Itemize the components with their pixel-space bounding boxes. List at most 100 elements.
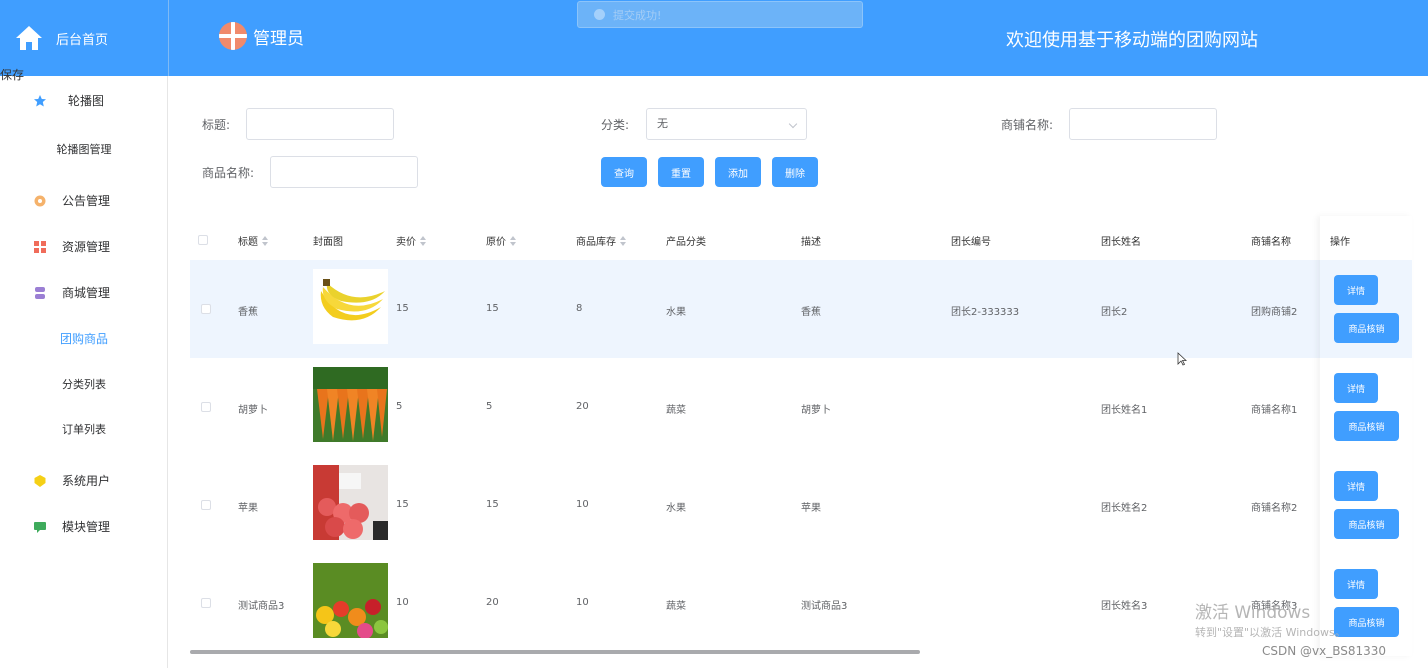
menu-category[interactable]: 分类列表 <box>0 376 168 392</box>
cell-leader-name: 团长姓名1 <box>1101 405 1148 416</box>
sort-icon[interactable] <box>420 235 426 246</box>
cell-category: 蔬菜 <box>666 601 686 612</box>
header-leader-no: 团长编号 <box>951 237 991 248</box>
table-row[interactable]: 苹果 15 15 10 水果 苹果 团长姓名2 商铺名称2 详情 商品核销 <box>190 456 1412 554</box>
cell-desc: 胡萝卜 <box>801 405 831 416</box>
chevron-down-icon <box>788 119 798 129</box>
cell-desc: 测试商品3 <box>801 601 848 612</box>
main-content: 标题: 分类: 无 商铺名称: 商品名称: 查询 重置 添加 删除 标题 封面图… <box>168 76 1428 668</box>
database-icon <box>35 286 45 299</box>
header-price[interactable]: 卖价 <box>396 233 426 248</box>
banana-image <box>313 269 388 344</box>
cell-desc: 香蕉 <box>801 307 821 318</box>
cell-category: 水果 <box>666 307 686 318</box>
row-checkbox[interactable] <box>201 402 211 412</box>
row-checkbox[interactable] <box>201 598 211 608</box>
cell-shop: 团购商铺2 <box>1251 307 1298 318</box>
menu-resource[interactable]: 资源管理 <box>0 238 168 255</box>
cell-original: 15 <box>486 499 499 510</box>
message-icon <box>34 521 46 533</box>
cell-original: 20 <box>486 597 499 608</box>
category-label: 分类: <box>601 118 630 132</box>
grid-icon <box>34 240 46 253</box>
row-checkbox[interactable] <box>201 304 211 314</box>
cell-category: 蔬菜 <box>666 405 686 416</box>
cell-leader-no: 团长2-333333 <box>951 307 1020 318</box>
gear-icon <box>34 195 46 206</box>
shop-input[interactable] <box>1069 108 1217 140</box>
cell-price: 15 <box>396 499 409 510</box>
cell-stock: 10 <box>576 499 589 510</box>
category-select[interactable]: 无 <box>646 108 807 140</box>
menu-modules[interactable]: 模块管理 <box>0 518 168 535</box>
horizontal-scrollbar[interactable] <box>190 650 920 654</box>
query-button[interactable]: 查询 <box>601 157 647 187</box>
fruit-mix-image <box>313 563 388 638</box>
sort-icon[interactable] <box>262 235 268 246</box>
product-input[interactable] <box>270 156 418 188</box>
header-stock[interactable]: 商品库存 <box>576 233 626 248</box>
product-label: 商品名称: <box>202 166 255 180</box>
cell-stock: 10 <box>576 597 589 608</box>
menu-notice[interactable]: 公告管理 <box>0 192 168 209</box>
header-leader-name: 团长姓名 <box>1101 237 1141 248</box>
header-title[interactable]: 标题 <box>238 233 268 248</box>
sidebar-header[interactable]: 后台首页 <box>0 0 168 76</box>
select-all-checkbox[interactable] <box>198 235 208 245</box>
cell-shop: 商铺名称2 <box>1251 503 1298 514</box>
cell-title: 测试商品3 <box>238 601 285 612</box>
menu-orders[interactable]: 订单列表 <box>0 421 168 437</box>
add-button[interactable]: 添加 <box>715 157 761 187</box>
table-row[interactable]: 胡萝卜 5 5 20 蔬菜 胡萝卜 团长姓名1 商铺名称1 详情 商品核销 <box>190 358 1412 456</box>
header-shop: 商铺名称 <box>1251 237 1291 248</box>
sort-icon[interactable] <box>510 235 516 246</box>
menu-carousel-manage[interactable]: 轮播图管理 <box>0 141 168 157</box>
cell-category: 水果 <box>666 503 686 514</box>
check-circle-icon <box>594 9 605 20</box>
table-row[interactable]: 香蕉 15 15 8 水果 香蕉 团长2-333333 团长2 团购商铺2 详情… <box>190 260 1412 358</box>
menu-carousel[interactable]: 轮播图 <box>0 92 168 109</box>
cell-title: 苹果 <box>238 503 258 514</box>
cell-original: 5 <box>486 401 493 412</box>
windows-activate-hint: 转到"设置"以激活 Windows。 <box>1195 626 1346 639</box>
header-cover: 封面图 <box>313 237 343 248</box>
title-label: 标题: <box>202 118 231 132</box>
cell-price: 5 <box>396 401 403 412</box>
delete-button[interactable]: 删除 <box>772 157 818 187</box>
header-desc: 描述 <box>801 237 821 248</box>
sidebar-menu: 轮播图 轮播图管理 公告管理 资源管理 商城管理 团购商品 分类列表 订单列表 … <box>0 76 168 668</box>
cell-price: 10 <box>396 597 409 608</box>
menu-mall-label: 商城管理 <box>62 286 111 300</box>
row-checkbox[interactable] <box>201 500 211 510</box>
title-input[interactable] <box>246 108 394 140</box>
cell-title: 胡萝卜 <box>238 405 268 416</box>
carrot-image <box>313 367 388 442</box>
ghost-text: 保存 <box>0 68 25 82</box>
header-original[interactable]: 原价 <box>486 233 516 248</box>
admin-name: 管理员 <box>253 28 304 49</box>
cell-stock: 20 <box>576 401 589 412</box>
apple-image <box>313 465 388 540</box>
menu-carousel-label: 轮播图 <box>68 94 105 108</box>
sort-icon[interactable] <box>620 235 626 246</box>
welcome-title: 欢迎使用基于移动端的团购网站 <box>1006 30 1258 51</box>
menu-mall[interactable]: 商城管理 <box>0 284 168 301</box>
top-bar: 管理员 提交成功! 欢迎使用基于移动端的团购网站 <box>168 0 1428 76</box>
cell-shop: 商铺名称1 <box>1251 405 1298 416</box>
home-icon <box>16 26 42 50</box>
menu-groupbuy[interactable]: 团购商品 <box>0 330 168 347</box>
cell-price: 15 <box>396 303 409 314</box>
cell-original: 15 <box>486 303 499 314</box>
star-icon <box>34 94 46 106</box>
shield-icon <box>34 474 46 487</box>
shop-label: 商铺名称: <box>1001 118 1054 132</box>
cell-leader-name: 团长姓名2 <box>1101 503 1148 514</box>
cell-desc: 苹果 <box>801 503 821 514</box>
reset-button[interactable]: 重置 <box>658 157 704 187</box>
menu-resource-label: 资源管理 <box>62 240 111 254</box>
menu-users[interactable]: 系统用户 <box>0 472 168 489</box>
home-link[interactable]: 后台首页 <box>56 29 108 48</box>
menu-users-label: 系统用户 <box>62 474 111 488</box>
toast-message: 提交成功! <box>613 8 662 22</box>
admin-info: 管理员 <box>219 22 304 50</box>
